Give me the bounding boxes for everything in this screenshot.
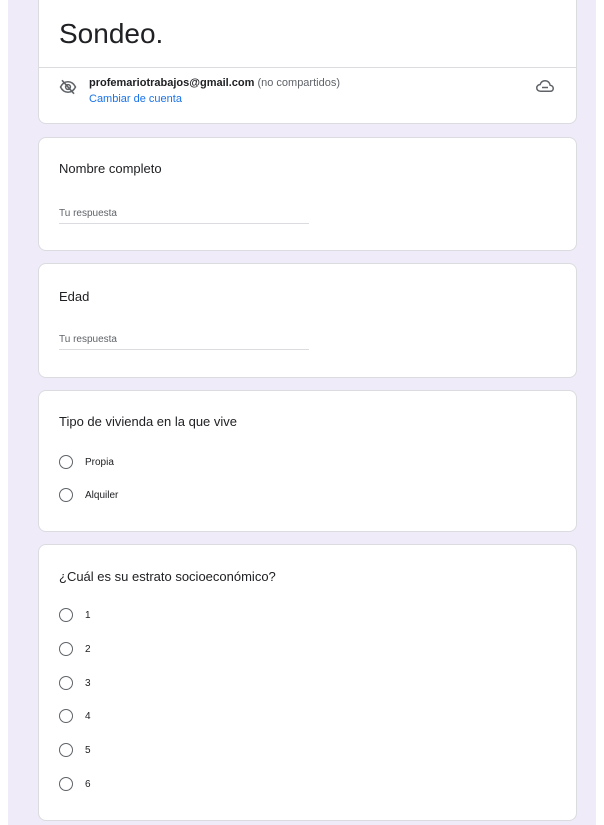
account-sharing-note: (no compartidos)	[257, 77, 340, 89]
nombre-answer-input[interactable]	[59, 203, 309, 224]
option-label: 5	[85, 744, 91, 756]
radio-option-2[interactable]: 2	[59, 640, 91, 658]
question-title: Edad	[59, 289, 90, 304]
header-divider	[39, 67, 576, 68]
radio-option-6[interactable]: 6	[59, 775, 91, 793]
switch-account-link[interactable]: Cambiar de cuenta	[89, 92, 182, 106]
option-label: Alquiler	[85, 489, 119, 501]
radio-option-3[interactable]: 3	[59, 674, 91, 692]
question-title: Nombre completo	[59, 161, 162, 176]
account-info: profemariotrabajos@gmail.com (no compart…	[89, 76, 340, 90]
account-email: profemariotrabajos@gmail.com	[89, 77, 255, 89]
question-card-edad: Edad	[38, 263, 577, 378]
radio-option-alquiler[interactable]: Alquiler	[59, 486, 118, 504]
radio-option-propia[interactable]: Propia	[59, 453, 114, 471]
question-card-nombre: Nombre completo	[38, 137, 577, 251]
option-label: 3	[85, 677, 91, 689]
radio-option-1[interactable]: 1	[59, 606, 91, 624]
radio-button[interactable]	[59, 455, 73, 469]
edad-answer-input[interactable]	[59, 329, 309, 350]
radio-button[interactable]	[59, 608, 73, 622]
option-label: 6	[85, 778, 91, 790]
form-header-card: Sondeo. profemariotrabajos@gmail.com (no…	[38, 0, 577, 124]
radio-button[interactable]	[59, 676, 73, 690]
radio-button[interactable]	[59, 743, 73, 757]
radio-button[interactable]	[59, 709, 73, 723]
radio-option-5[interactable]: 5	[59, 741, 91, 759]
option-label: 2	[85, 643, 91, 655]
radio-button[interactable]	[59, 488, 73, 502]
option-label: 1	[85, 609, 91, 621]
radio-button[interactable]	[59, 642, 73, 656]
cloud-icon	[536, 80, 554, 92]
radio-option-4[interactable]: 4	[59, 707, 91, 725]
question-card-estrato: ¿Cuál es su estrato socioeconómico? 1 2 …	[38, 544, 577, 821]
radio-button[interactable]	[59, 777, 73, 791]
question-title: Tipo de vivienda en la que vive	[59, 414, 238, 429]
option-label: Propia	[85, 456, 114, 468]
eye-off-icon	[59, 79, 77, 95]
question-title: ¿Cuál es su estrato socioeconómico?	[59, 569, 276, 584]
form-title: Sondeo.	[59, 18, 164, 49]
question-card-vivienda: Tipo de vivienda en la que vive Propia A…	[38, 390, 577, 532]
option-label: 4	[85, 710, 91, 722]
